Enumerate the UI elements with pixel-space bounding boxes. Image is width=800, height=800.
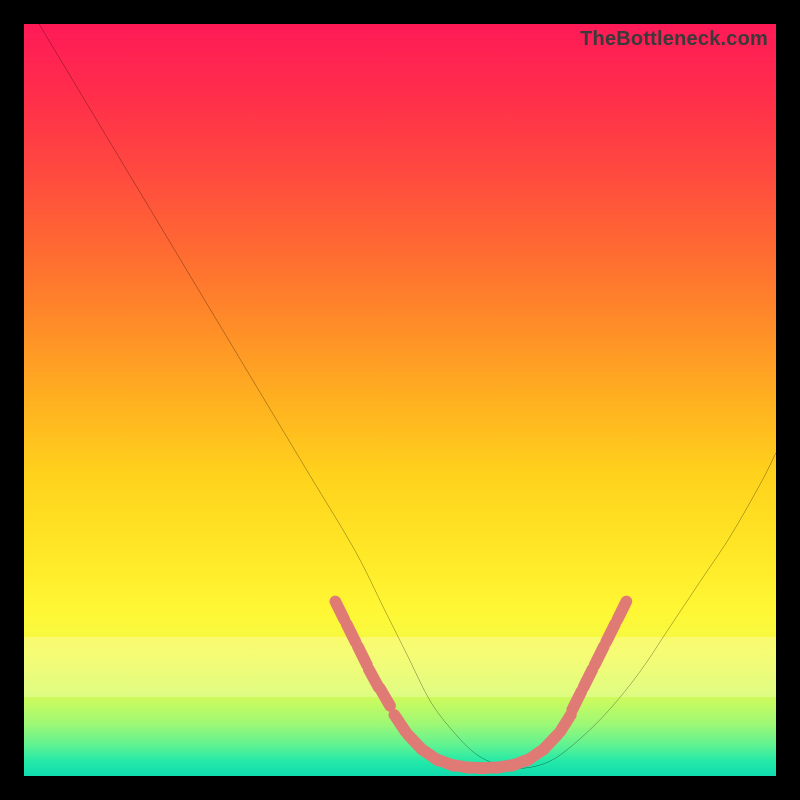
curve-markers <box>335 601 626 768</box>
attribution-text: TheBottleneck.com <box>580 28 768 51</box>
chart-container: TheBottleneck.com <box>0 0 800 800</box>
curve-marker <box>335 601 344 619</box>
curve-marker <box>347 624 356 642</box>
curve-marker <box>583 669 592 687</box>
curve-marker <box>606 624 615 642</box>
curve-marker <box>572 692 581 710</box>
bottleneck-curve <box>39 24 776 769</box>
curve-marker <box>380 688 390 706</box>
chart-svg <box>24 24 776 776</box>
curve-marker <box>617 601 626 619</box>
curve-marker <box>358 647 367 665</box>
curve-marker <box>394 715 405 732</box>
plot-area: TheBottleneck.com <box>24 24 776 776</box>
curve-marker <box>595 647 604 665</box>
curve-marker <box>543 735 557 750</box>
curve-marker <box>560 715 571 732</box>
